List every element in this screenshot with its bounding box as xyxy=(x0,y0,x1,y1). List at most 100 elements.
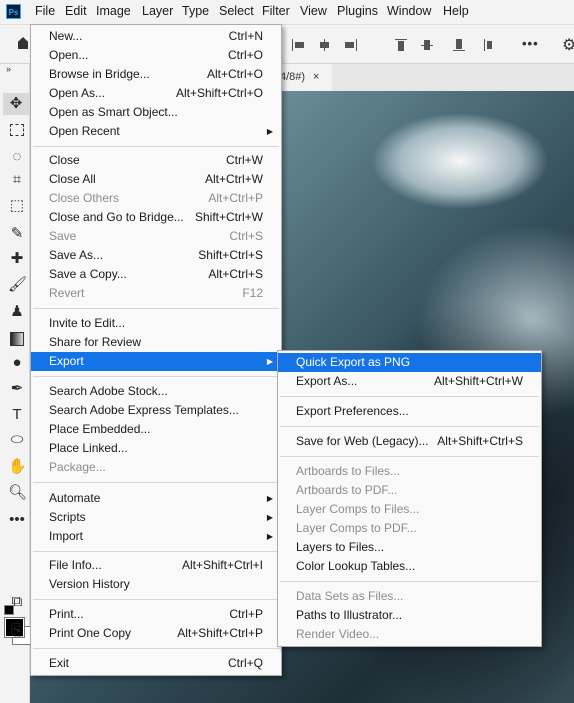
close-icon[interactable]: × xyxy=(313,64,319,91)
menu-item-paths-to-illustrator[interactable]: Paths to Illustrator... xyxy=(278,606,541,625)
tab-label: 4/8#) xyxy=(280,71,306,83)
home-icon[interactable] xyxy=(18,37,28,49)
type-tool-icon[interactable]: T xyxy=(8,406,26,424)
share-icon[interactable]: ⎘ xyxy=(8,622,26,640)
menu-item-search-stock[interactable]: Search Adobe Stock... xyxy=(31,382,281,401)
menu-item-close-others: Close Others Alt+Ctrl+P xyxy=(49,191,263,205)
shape-tool-icon[interactable]: ⬭ xyxy=(8,431,26,449)
menu-separator xyxy=(33,599,279,600)
object-selection-tool-icon[interactable]: ⬚ xyxy=(8,197,26,215)
menu-item-render-video: Render Video... xyxy=(296,627,380,641)
zoom-tool-icon[interactable]: 🔍︎ xyxy=(8,484,27,502)
menu-layer[interactable]: Layer xyxy=(142,4,173,18)
align-top-icon[interactable] xyxy=(395,39,409,51)
menu-item-save-copy[interactable]: Save a Copy... Alt+Ctrl+S xyxy=(31,265,281,284)
crop-tool-icon[interactable]: ⌗ xyxy=(8,171,26,189)
menu-item-color-lookup-tables[interactable]: Color Lookup Tables... xyxy=(278,557,541,576)
eyedropper-tool-icon[interactable]: ✎ xyxy=(8,225,26,243)
tools-panel: » ✥ ◌ ⌗ ⬚ ✎ ✚ 🖌 ♟ ● ✒ T ⬭ ✋ 🔍︎ ••• ⧉ ⎘ xyxy=(0,64,31,703)
healing-brush-tool-icon[interactable]: ✚ xyxy=(8,250,26,268)
menu-item-import[interactable]: Import ▶ xyxy=(31,527,281,546)
menu-file[interactable]: File xyxy=(35,4,55,18)
menu-item-automate[interactable]: Automate ▶ xyxy=(31,489,281,508)
more-tools-icon[interactable]: ••• xyxy=(8,511,26,529)
menu-select[interactable]: Select xyxy=(219,4,254,18)
menu-item-close-go-bridge[interactable]: Close and Go to Bridge... Shift+Ctrl+W xyxy=(31,208,281,227)
more-options-icon[interactable]: ••• xyxy=(522,36,539,51)
lasso-tool-icon[interactable]: ◌ xyxy=(8,148,26,166)
menu-item-print[interactable]: Print... Ctrl+P xyxy=(31,605,281,624)
menu-item-place-embedded[interactable]: Place Embedded... xyxy=(31,420,281,439)
menu-type[interactable]: Type xyxy=(182,4,209,18)
menu-filter[interactable]: Filter xyxy=(262,4,290,18)
menu-item-export-preferences[interactable]: Export Preferences... xyxy=(278,402,541,421)
menu-item-save: Save Ctrl+S xyxy=(49,229,263,243)
menu-image[interactable]: Image xyxy=(96,4,131,18)
menu-item-save-for-web[interactable]: Save for Web (Legacy)... Alt+Shift+Ctrl+S xyxy=(278,432,541,451)
menu-item-close-all[interactable]: Close All Alt+Ctrl+W xyxy=(31,170,281,189)
menu-separator xyxy=(280,396,539,397)
menu-item-open[interactable]: Open... Ctrl+O xyxy=(31,46,281,65)
align-center-icon[interactable] xyxy=(318,39,332,51)
dodge-tool-icon[interactable]: ● xyxy=(8,354,26,372)
menu-separator xyxy=(33,482,279,483)
menu-item-layers-to-files[interactable]: Layers to Files... xyxy=(278,538,541,557)
menu-item-share-review[interactable]: Share for Review xyxy=(31,333,281,352)
menu-item-export-as[interactable]: Export As... Alt+Shift+Ctrl+W xyxy=(278,372,541,391)
menu-item-open-as[interactable]: Open As... Alt+Shift+Ctrl+O xyxy=(31,84,281,103)
menu-item-version-history[interactable]: Version History xyxy=(31,575,281,594)
move-tool-icon[interactable]: ✥ xyxy=(3,93,29,115)
menu-edit[interactable]: Edit xyxy=(65,4,87,18)
menu-item-new[interactable]: New... Ctrl+N xyxy=(31,27,281,46)
menu-item-close[interactable]: Close Ctrl+W xyxy=(31,151,281,170)
menu-item-layer-comps-to-pdf: Layer Comps to PDF... xyxy=(296,521,417,535)
menu-separator xyxy=(33,551,279,552)
file-menu: New... Ctrl+N Open... Ctrl+O Browse in Bri… xyxy=(30,24,282,676)
menu-item-export[interactable]: Export ▶ xyxy=(31,352,281,371)
submenu-arrow-icon: ▶ xyxy=(266,513,273,522)
menu-separator xyxy=(33,308,279,309)
collapse-panel-icon[interactable]: » xyxy=(6,64,11,74)
menu-item-browse-bridge[interactable]: Browse in Bridge... Alt+Ctrl+O xyxy=(31,65,281,84)
menu-help[interactable]: Help xyxy=(443,4,469,18)
menu-item-file-info[interactable]: File Info... Alt+Shift+Ctrl+I xyxy=(31,556,281,575)
menu-separator xyxy=(280,456,539,457)
gradient-tool-icon[interactable] xyxy=(8,329,26,347)
menu-item-search-express[interactable]: Search Adobe Express Templates... xyxy=(31,401,281,420)
menu-item-artboards-to-pdf: Artboards to PDF... xyxy=(296,483,398,497)
menu-bar: Ps File Edit Image Layer Type Select Fil… xyxy=(0,0,574,24)
align-right-icon[interactable] xyxy=(344,39,358,51)
marquee-tool-icon[interactable] xyxy=(8,121,26,139)
stamp-tool-icon[interactable]: ♟ xyxy=(8,303,26,321)
hand-tool-icon[interactable]: ✋ xyxy=(8,458,27,476)
submenu-arrow-icon: ▶ xyxy=(266,357,273,366)
pen-tool-icon[interactable]: ✒ xyxy=(8,380,26,398)
align-left-icon[interactable] xyxy=(292,39,306,51)
menu-item-scripts[interactable]: Scripts ▶ xyxy=(31,508,281,527)
menu-separator xyxy=(33,648,279,649)
distribute-icon[interactable] xyxy=(481,39,495,51)
menu-item-print-one-copy[interactable]: Print One Copy Alt+Shift+Ctrl+P xyxy=(31,624,281,643)
menu-item-layer-comps-to-files: Layer Comps to Files... xyxy=(296,502,420,516)
menu-item-exit[interactable]: Exit Ctrl+Q xyxy=(31,654,281,673)
menu-item-place-linked[interactable]: Place Linked... xyxy=(31,439,281,458)
menu-item-open-smart-object[interactable]: Open as Smart Object... xyxy=(31,103,281,122)
screen-mode-icon[interactable]: ⧉ xyxy=(8,593,26,611)
menu-window[interactable]: Window xyxy=(387,4,431,18)
menu-plugins[interactable]: Plugins xyxy=(337,4,378,18)
menu-view[interactable]: View xyxy=(300,4,327,18)
menu-item-package: Package... xyxy=(49,460,106,474)
align-middle-icon[interactable] xyxy=(421,39,435,51)
menu-item-revert: Revert F12 xyxy=(49,286,263,300)
gear-icon[interactable]: ⚙ xyxy=(562,35,574,55)
menu-item-open-recent[interactable]: Open Recent ▶ xyxy=(31,122,281,141)
submenu-arrow-icon: ▶ xyxy=(266,494,273,503)
menu-item-save-as[interactable]: Save As... Shift+Ctrl+S xyxy=(31,246,281,265)
menu-item-artboards-to-files: Artboards to Files... xyxy=(296,464,401,478)
brush-tool-icon[interactable]: 🖌 xyxy=(8,276,27,294)
submenu-arrow-icon: ▶ xyxy=(266,127,273,136)
align-bottom-icon[interactable] xyxy=(453,39,467,51)
menu-item-invite-edit[interactable]: Invite to Edit... xyxy=(31,314,281,333)
menu-item-quick-export-png[interactable]: Quick Export as PNG xyxy=(278,353,541,372)
menu-separator xyxy=(33,146,279,147)
